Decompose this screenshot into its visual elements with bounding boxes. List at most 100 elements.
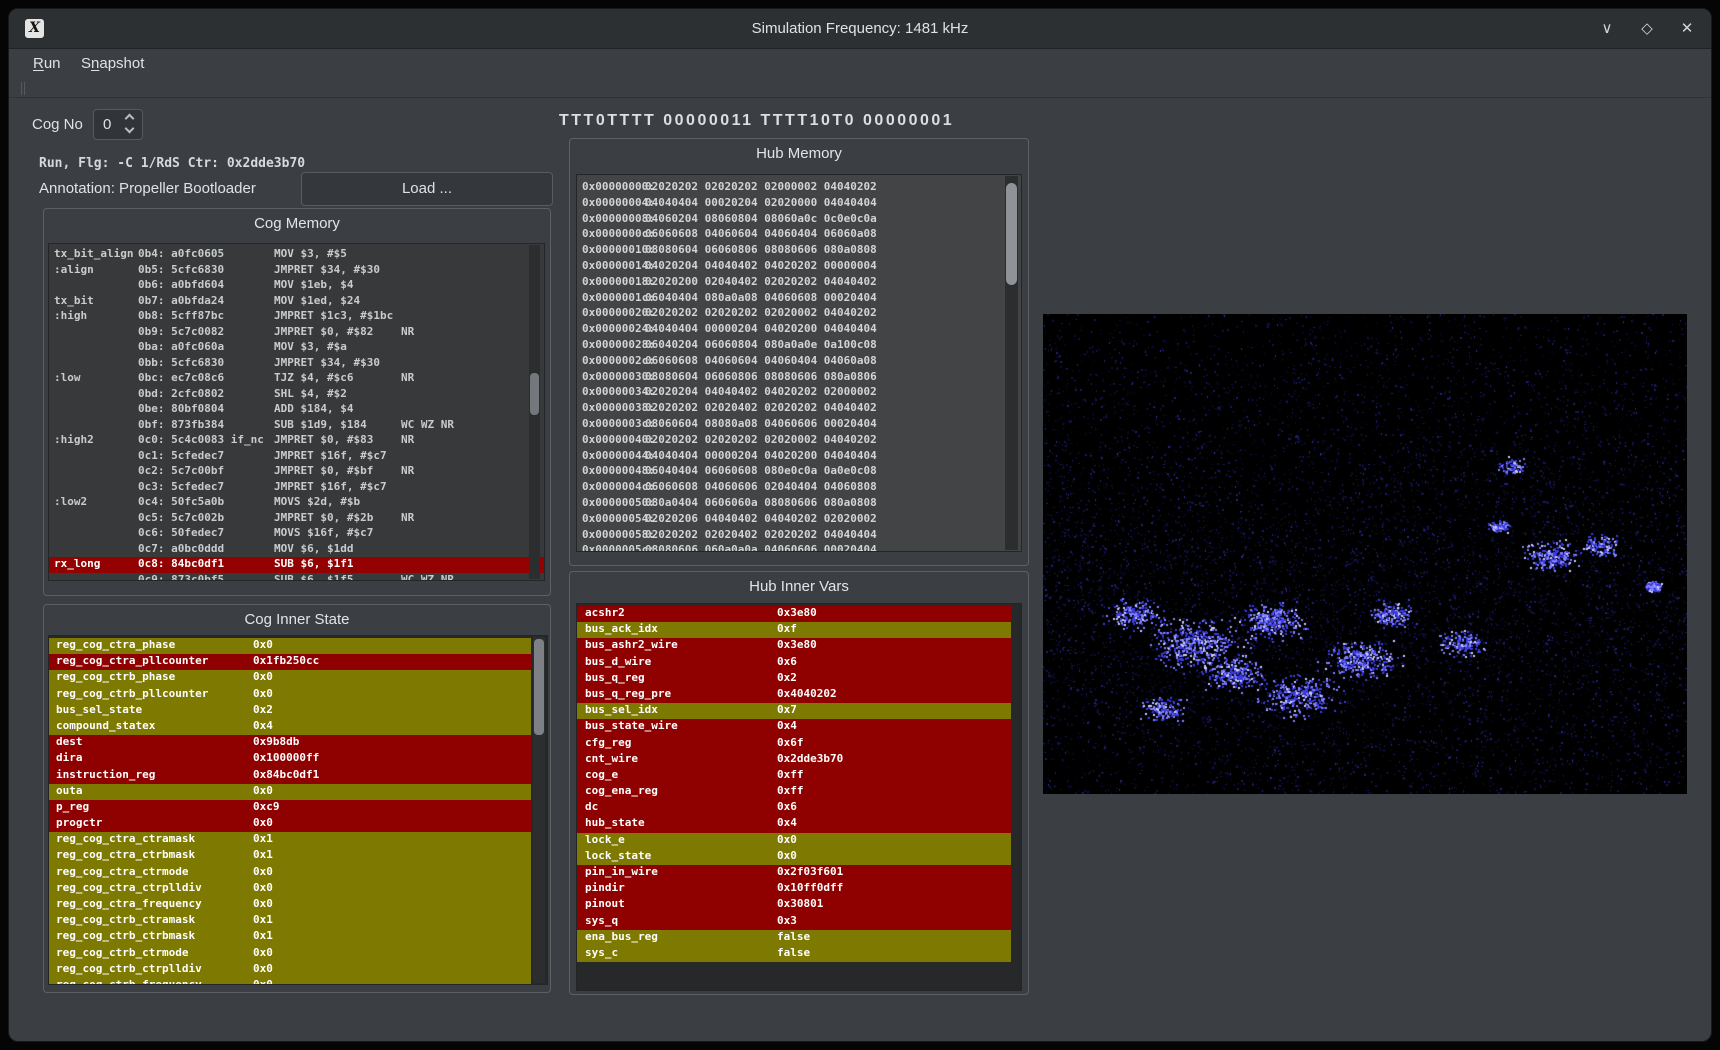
state-row[interactable]: instruction_reg 0x84bc0df1 bbox=[49, 768, 531, 784]
state-row[interactable]: dest 0x9b8db bbox=[49, 735, 531, 751]
var-row[interactable]: pinout 0x30801 bbox=[577, 897, 1011, 913]
var-row[interactable]: lock_e 0x0 bbox=[577, 833, 1011, 849]
hub-memory-list[interactable]: 0x00000000: 02020202 02020202 02000002 0… bbox=[576, 174, 1022, 552]
state-row[interactable]: reg_cog_ctrb_ctramask 0x1 bbox=[49, 913, 531, 929]
toolbar-grip-icon[interactable] bbox=[21, 82, 25, 95]
hub-memory-row[interactable]: 0x0000005c: 08080606 060a0a0a 04060606 0… bbox=[577, 543, 1021, 552]
cog-memory-list[interactable]: tx_bit_align 0b4: a0fc0605 MOV $3, #$5 :… bbox=[48, 243, 545, 581]
cog-memory-row[interactable]: :high2 0c0: 5c4c0083 if_nc JMPRET $0, #$… bbox=[49, 433, 544, 449]
var-row[interactable]: bus_state_wire 0x4 bbox=[577, 719, 1011, 735]
hub-inner-vars-list[interactable]: acshr2 0x3e80 bus_ack_idx 0xf bus_ashr2_… bbox=[576, 603, 1022, 991]
cog-memory-row[interactable]: :align 0b5: 5cfc6830 JMPRET $34, #$30 bbox=[49, 263, 544, 279]
var-row[interactable]: bus_sel_idx 0x7 bbox=[577, 703, 1011, 719]
var-row[interactable]: sys_q 0x3 bbox=[577, 914, 1011, 930]
cog-no-value[interactable]: 0 bbox=[103, 110, 111, 139]
cog-memory-row[interactable]: rx_long 0c8: 84bc0df1 SUB $6, $1f1 bbox=[49, 557, 544, 573]
hub-memory-row[interactable]: 0x0000002c: 06060608 04060604 04060404 0… bbox=[577, 354, 1021, 370]
state-row[interactable]: outa 0x0 bbox=[49, 784, 531, 800]
var-row[interactable]: pindir 0x10ff0dff bbox=[577, 881, 1011, 897]
var-row[interactable]: ena_bus_reg false bbox=[577, 930, 1011, 946]
hub-memory-row[interactable]: 0x00000018: 02020200 02040402 02020202 0… bbox=[577, 275, 1021, 291]
spinner-up-button[interactable] bbox=[123, 111, 137, 125]
cog-memory-row[interactable]: tx_bit 0b7: a0bfda24 MOV $1ed, $24 bbox=[49, 294, 544, 310]
scrollbar-handle[interactable] bbox=[530, 373, 539, 415]
var-row[interactable]: bus_q_reg_pre 0x4040202 bbox=[577, 687, 1011, 703]
state-row[interactable]: progctr 0x0 bbox=[49, 816, 531, 832]
state-row[interactable]: bus_sel_state 0x2 bbox=[49, 703, 531, 719]
var-row[interactable]: pin_in_wire 0x2f03f601 bbox=[577, 865, 1011, 881]
cog-memory-row[interactable]: :low 0bc: ec7c08c6 TJZ $4, #$c6 NR bbox=[49, 371, 544, 387]
var-row[interactable]: bus_q_reg 0x2 bbox=[577, 671, 1011, 687]
cog-memory-row[interactable]: 0c6: 50fedec7 MOVS $16f, #$c7 bbox=[49, 526, 544, 542]
var-row[interactable]: bus_d_wire 0x6 bbox=[577, 655, 1011, 671]
state-row[interactable]: reg_cog_ctra_phase 0x0 bbox=[49, 638, 531, 654]
cog-no-spinner[interactable]: 0 bbox=[93, 109, 143, 140]
state-row[interactable]: reg_cog_ctrb_frequency 0x0 bbox=[49, 978, 531, 985]
hub-memory-row[interactable]: 0x00000028: 06040204 06060804 080a0a0e 0… bbox=[577, 338, 1021, 354]
hub-memory-row[interactable]: 0x0000003c: 08060604 08080a08 04060606 0… bbox=[577, 417, 1021, 433]
titlebar[interactable]: X Simulation Frequency: 1481 kHz ∨ ◇ ✕ bbox=[9, 9, 1711, 49]
state-row[interactable]: reg_cog_ctra_ctrplldiv 0x0 bbox=[49, 881, 531, 897]
state-row[interactable]: reg_cog_ctrb_pllcounter 0x0 bbox=[49, 687, 531, 703]
cog-memory-row[interactable]: :high 0b8: 5cff87bc JMPRET $1c3, #$1bc bbox=[49, 309, 544, 325]
hub-memory-scrollbar[interactable] bbox=[1005, 176, 1018, 550]
hub-memory-row[interactable]: 0x00000030: 08080604 06060806 08080606 0… bbox=[577, 370, 1021, 386]
state-row[interactable]: reg_cog_ctra_pllcounter 0x1fb250cc bbox=[49, 654, 531, 670]
hub-memory-row[interactable]: 0x00000010: 08080604 06060806 08080606 0… bbox=[577, 243, 1021, 259]
cog-memory-row[interactable]: tx_bit_align 0b4: a0fc0605 MOV $3, #$5 bbox=[49, 247, 544, 263]
cog-memory-row[interactable]: 0ba: a0fc060a MOV $3, #$a bbox=[49, 340, 544, 356]
state-row[interactable]: reg_cog_ctra_ctrmode 0x0 bbox=[49, 865, 531, 881]
minimize-button[interactable]: ∨ bbox=[1593, 15, 1621, 43]
cog-memory-row[interactable]: 0c3: 5cfedec7 JMPRET $16f, #$c7 bbox=[49, 480, 544, 496]
cog-memory-row[interactable]: 0bb: 5cfc6830 JMPRET $34, #$30 bbox=[49, 356, 544, 372]
menu-snapshot[interactable]: Snapshot bbox=[74, 51, 151, 77]
var-row[interactable]: acshr2 0x3e80 bbox=[577, 606, 1011, 622]
hub-memory-row[interactable]: 0x00000000: 02020202 02020202 02000002 0… bbox=[577, 180, 1021, 196]
hub-memory-row[interactable]: 0x00000020: 02020202 02020202 02020002 0… bbox=[577, 306, 1021, 322]
scrollbar-handle[interactable] bbox=[1006, 183, 1017, 285]
state-row[interactable]: reg_cog_ctra_frequency 0x0 bbox=[49, 897, 531, 913]
menu-run[interactable]: Run bbox=[26, 51, 68, 77]
var-row[interactable]: sys_c false bbox=[577, 946, 1011, 962]
hub-memory-row[interactable]: 0x0000004c: 06060608 04060606 02040404 0… bbox=[577, 480, 1021, 496]
cog-memory-row[interactable]: 0be: 80bf0804 ADD $184, $4 bbox=[49, 402, 544, 418]
hub-memory-row[interactable]: 0x00000058: 02020202 02020402 02020202 0… bbox=[577, 528, 1021, 544]
hub-memory-row[interactable]: 0x00000014: 04020204 04040402 04020202 0… bbox=[577, 259, 1021, 275]
cog-memory-row[interactable]: 0bf: 873fb384 SUB $1d9, $184 WC WZ NR bbox=[49, 418, 544, 434]
cog-memory-row[interactable]: 0bd: 2cfc0802 SHL $4, #$2 bbox=[49, 387, 544, 403]
hub-memory-row[interactable]: 0x00000044: 04040404 00000204 04020200 0… bbox=[577, 449, 1021, 465]
var-row[interactable]: bus_ashr2_wire 0x3e80 bbox=[577, 638, 1011, 654]
var-row[interactable]: lock_state 0x0 bbox=[577, 849, 1011, 865]
cog-memory-row[interactable]: 0c2: 5c7c00bf JMPRET $0, #$bf NR bbox=[49, 464, 544, 480]
state-row[interactable]: reg_cog_ctrb_ctrbmask 0x1 bbox=[49, 929, 531, 945]
state-row[interactable]: reg_cog_ctrb_ctrplldiv 0x0 bbox=[49, 962, 531, 978]
hub-memory-row[interactable]: 0x0000000c: 06060608 04060604 04060404 0… bbox=[577, 227, 1021, 243]
hub-memory-row[interactable]: 0x00000038: 02020202 02020402 02020202 0… bbox=[577, 401, 1021, 417]
hub-memory-row[interactable]: 0x00000048: 06040404 06060608 080e0c0a 0… bbox=[577, 464, 1021, 480]
scrollbar-handle[interactable] bbox=[534, 639, 544, 735]
hub-memory-row[interactable]: 0x00000054: 02020206 04040402 04040202 0… bbox=[577, 512, 1021, 528]
close-button[interactable]: ✕ bbox=[1673, 15, 1701, 43]
var-row[interactable]: cog_e 0xff bbox=[577, 768, 1011, 784]
state-row[interactable]: reg_cog_ctra_ctramask 0x1 bbox=[49, 832, 531, 848]
cog-memory-scrollbar[interactable] bbox=[529, 245, 540, 579]
cog-memory-row[interactable]: :low2 0c4: 50fc5a0b MOVS $2d, #$b bbox=[49, 495, 544, 511]
hub-memory-row[interactable]: 0x00000034: 02020204 04040402 04020202 0… bbox=[577, 385, 1021, 401]
cog-inner-state-scrollbar[interactable] bbox=[533, 637, 545, 983]
hub-memory-row[interactable]: 0x0000001c: 06040404 080a0a08 04060608 0… bbox=[577, 291, 1021, 307]
cog-memory-row[interactable]: 0b9: 5c7c0082 JMPRET $0, #$82 NR bbox=[49, 325, 544, 341]
state-row[interactable]: reg_cog_ctra_ctrbmask 0x1 bbox=[49, 848, 531, 864]
var-row[interactable]: cnt_wire 0x2dde3b70 bbox=[577, 752, 1011, 768]
hub-memory-row[interactable]: 0x00000024: 04040404 00000204 04020200 0… bbox=[577, 322, 1021, 338]
state-row[interactable]: dira 0x100000ff bbox=[49, 751, 531, 767]
hub-memory-row[interactable]: 0x00000008: 04060204 08060804 08060a0c 0… bbox=[577, 212, 1021, 228]
hub-memory-row[interactable]: 0x00000004: 04040404 00020204 02020000 0… bbox=[577, 196, 1021, 212]
cog-memory-row[interactable]: 0c9: 873c0bf5 SUB $6, $1f5 WC WZ NR bbox=[49, 573, 544, 582]
spinner-down-button[interactable] bbox=[123, 124, 137, 138]
cog-inner-state-list[interactable]: reg_cog_ctra_phase 0x0 reg_cog_ctra_pllc… bbox=[48, 635, 548, 985]
var-row[interactable]: hub_state 0x4 bbox=[577, 816, 1011, 832]
load-button[interactable]: Load ... bbox=[301, 172, 553, 206]
state-row[interactable]: reg_cog_ctrb_ctrmode 0x0 bbox=[49, 946, 531, 962]
var-row[interactable]: dc 0x6 bbox=[577, 800, 1011, 816]
cog-memory-row[interactable]: 0b6: a0bfd604 MOV $1eb, $4 bbox=[49, 278, 544, 294]
